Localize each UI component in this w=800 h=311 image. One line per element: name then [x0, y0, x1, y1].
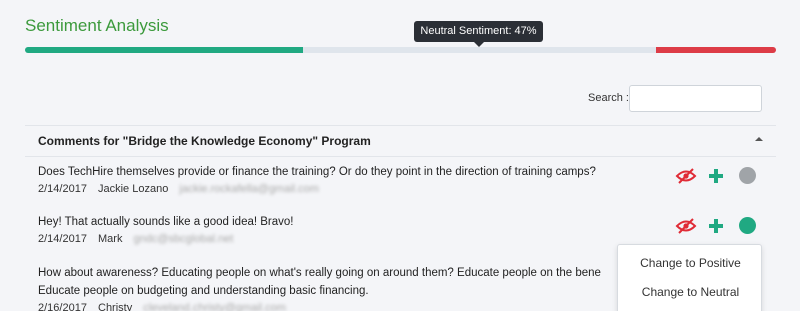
menu-item-change-to-positive[interactable]: Change to Positive: [618, 256, 763, 270]
sentiment-bar-neutral[interactable]: [302, 47, 656, 53]
comment-text: Educate people on budgeting and understa…: [38, 285, 369, 297]
panel-title: Comments for "Bridge the Knowledge Econo…: [38, 134, 371, 148]
comment-author: Mark: [98, 233, 123, 245]
comment-date: 2/16/2017: [38, 302, 87, 311]
status-dot-icon[interactable]: [739, 167, 756, 184]
list-item: How about awareness? Educating people on…: [38, 264, 638, 311]
comment-text: Does TechHire themselves provide or fina…: [38, 166, 596, 178]
eye-slash-icon[interactable]: [675, 168, 697, 184]
comment-text: Hey! That actually sounds like a good id…: [38, 216, 294, 228]
sentiment-menu: Change to Positive Change to Neutral: [617, 244, 762, 311]
comment-email: gndc@sbcglobal.net: [133, 233, 234, 245]
comment-meta: 2/14/2017 Jackie Lozano jackie.rockafell…: [38, 183, 638, 195]
neutral-tooltip: Neutral Sentiment: 47%: [414, 21, 543, 42]
divider: [25, 125, 776, 126]
comment-meta: 2/14/2017 Mark gndc@sbcglobal.net: [38, 233, 638, 245]
comment-text: How about awareness? Educating people on…: [38, 267, 601, 279]
menu-item-change-to-neutral[interactable]: Change to Neutral: [618, 285, 763, 299]
comment-email: cleveland.christy@gmail.com: [143, 302, 286, 311]
search-label: Search :: [588, 92, 629, 104]
comment-meta: 2/16/2017 Christy cleveland.christy@gmai…: [38, 302, 638, 311]
list-item: Does TechHire themselves provide or fina…: [38, 163, 638, 195]
comment-date: 2/14/2017: [38, 233, 87, 245]
divider: [25, 156, 776, 157]
comment-author: Jackie Lozano: [98, 183, 169, 195]
comment-email: jackie.rockafella@gmail.com: [179, 183, 319, 195]
sentiment-bar-negative[interactable]: [655, 47, 776, 53]
eye-slash-icon[interactable]: [675, 218, 697, 234]
comment-date: 2/14/2017: [38, 183, 87, 195]
plus-icon[interactable]: [709, 219, 723, 233]
search-input[interactable]: [629, 85, 762, 112]
status-dot-icon[interactable]: [739, 217, 756, 234]
sentiment-bar-positive[interactable]: [25, 47, 303, 53]
list-item: Hey! That actually sounds like a good id…: [38, 213, 638, 245]
caret-up-icon[interactable]: [755, 137, 763, 141]
sentiment-bar: [25, 47, 776, 53]
page-title: Sentiment Analysis: [25, 16, 169, 35]
plus-icon[interactable]: [709, 169, 723, 183]
comment-author: Christy: [98, 302, 133, 311]
